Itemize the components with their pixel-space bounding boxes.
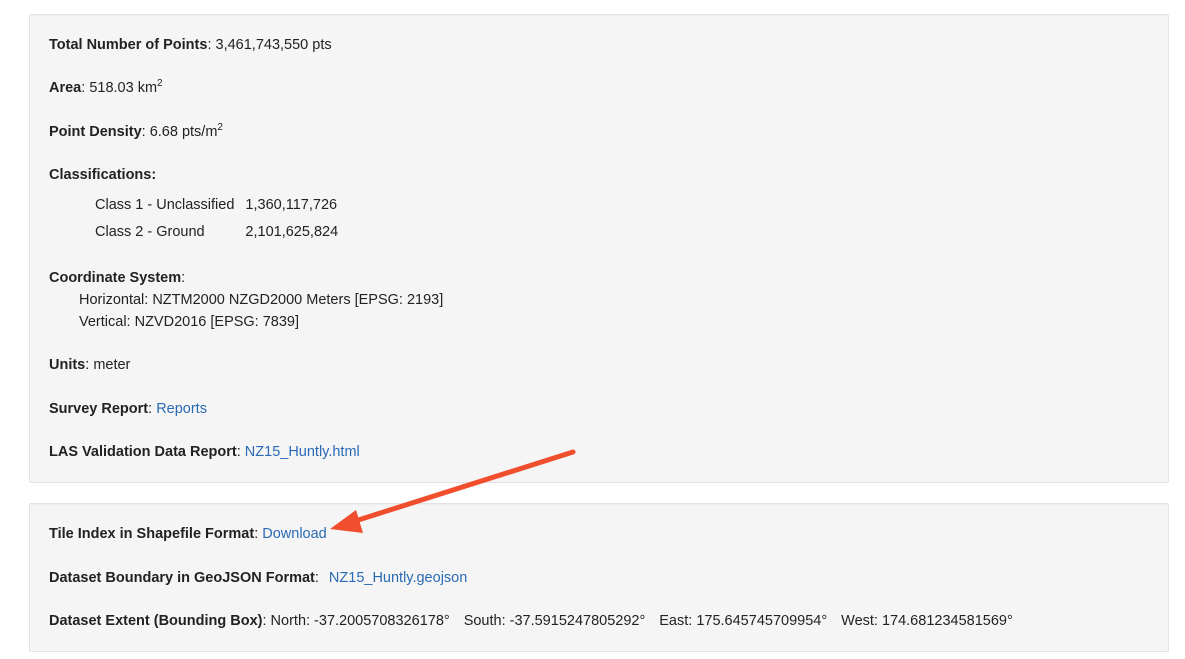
class-name-cell: Class 2 - Ground [95,223,205,240]
density-unit-exponent: 2 [217,122,223,134]
boundary-label: Dataset Boundary in GeoJSON Format [49,570,315,586]
class-name-cell: Class 1 - Unclassified [95,196,235,213]
extent-south: South: -37.5915247805292° [463,613,646,629]
extent-north: North: -37.2005708326178° [270,613,450,629]
survey-report-row: Survey Report: Reports [49,400,207,418]
las-report-sep: : [236,444,245,460]
vertical-crs: Vertical: NZVD2016 [EPSG: 7839] [79,314,300,330]
boundary-row: Dataset Boundary in GeoJSON Format: NZ15_… [49,569,467,587]
area-unit-exponent: 2 [157,78,163,90]
extent-west: West: 174.681234581569° [841,613,1013,629]
downloads-panel: Tile Index in Shapefile Format: Download… [29,503,1169,652]
density-value: 6.68 pts/m [149,124,218,140]
coordinate-system-sep: : [181,270,186,286]
las-report-row: LAS Validation Data Report: NZ15_Huntly.… [49,443,360,461]
area-row: Area: 518.03 km2 [49,79,163,97]
geojson-link[interactable]: NZ15_Huntly.geojson [329,570,467,586]
units-row: Units: meter [49,356,130,374]
las-report-label: LAS Validation Data Report [49,444,237,460]
coordinate-system-label: Coordinate System [49,270,182,286]
classifications-label: Classifications: [49,167,157,183]
classifications-heading: Classifications: [49,166,156,184]
boundary-sep: : [314,570,319,586]
class-count-cell: 1,360,117,726 [245,196,338,213]
density-row: Point Density: 6.68 pts/m2 [49,123,223,141]
extent-row: Dataset Extent (Bounding Box): North: -3… [49,612,1013,630]
tile-index-row: Tile Index in Shapefile Format: Download [49,525,327,543]
las-report-link[interactable]: NZ15_Huntly.html [245,444,360,460]
total-points-value: 3,461,743,550 pts [215,37,332,53]
total-points-label: Total Number of Points [49,37,208,53]
survey-report-label: Survey Report [49,401,149,417]
density-sep: : [141,124,150,140]
class-count-cell: 2,101,625,824 [245,223,339,240]
units-value: meter [93,357,131,373]
survey-report-link[interactable]: Reports [156,401,207,417]
area-label: Area [49,80,82,96]
horizontal-crs: Horizontal: NZTM2000 NZGD2000 Meters [EP… [79,292,444,308]
tile-index-label: Tile Index in Shapefile Format [49,526,255,542]
coordinate-system-heading: Coordinate System: [49,269,185,287]
area-value: 518.03 km [89,80,158,96]
total-points-sep: : [207,37,216,53]
units-label: Units [49,357,86,373]
table-row: Class 2 - Ground 2,101,625,824 [95,218,338,245]
metadata-panel: Total Number of Points: 3,461,743,550 pt… [29,14,1169,483]
density-label: Point Density [49,124,142,140]
survey-report-sep: : [148,401,157,417]
extent-east: East: 175.645745709954° [659,613,828,629]
total-points-row: Total Number of Points: 3,461,743,550 pt… [49,36,332,54]
extent-sep: : [262,613,271,629]
extent-label: Dataset Extent (Bounding Box) [49,613,263,629]
classifications-table: Class 1 - Unclassified 1,360,117,726 Cla… [95,191,338,245]
download-link[interactable]: Download [262,526,327,542]
table-row: Class 1 - Unclassified 1,360,117,726 [95,191,338,218]
